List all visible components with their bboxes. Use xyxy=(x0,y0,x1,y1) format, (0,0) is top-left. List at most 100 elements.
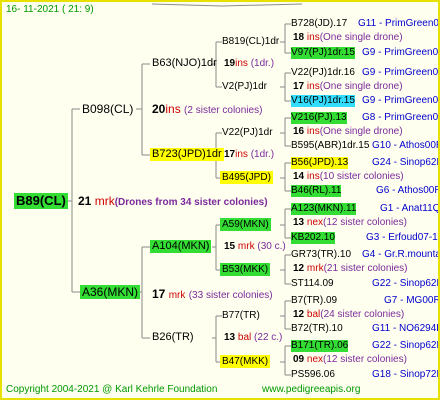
gen4-name-21: B72(TR).10 xyxy=(291,323,343,334)
gen4-info-3: G9 - PrimGreen00 xyxy=(362,47,440,58)
gen2-num-4: 13 xyxy=(224,332,236,343)
pedigree-frame: 16- 11-2021 ( 21: 9) B89(CL) 21 mrk(Dron… xyxy=(0,0,440,400)
gen3-queen-4: B495(JPD) xyxy=(220,171,273,184)
gen4-ins-11: ins xyxy=(306,171,320,182)
gen4-note-8: (One single drone) xyxy=(319,126,403,137)
gen4-name-10: B56(JPD).13 xyxy=(291,157,349,169)
root-ins: mrk xyxy=(94,194,115,208)
gen4-num-2: 18 xyxy=(293,32,305,43)
gen4-info-21: G11 - NO6294R xyxy=(372,323,440,334)
gen4-info-4: G9 - PrimGreen00 xyxy=(362,67,440,78)
gen4-ins-20: bal xyxy=(306,309,321,320)
gen4-note-23: (12 sister colonies) xyxy=(323,354,407,365)
gen4-info-15: G3 - Erfoud07-1Q xyxy=(366,232,440,243)
copyright-text: Copyright 2004-2021 @ Karl Kehrle Founda… xyxy=(6,384,218,395)
gen4-info-10: G24 - Sinop62R xyxy=(372,157,440,168)
gen4-num-20: 12 xyxy=(293,309,305,320)
gen4-name-4: V22(PJ)1dr.16 xyxy=(291,67,355,78)
gen4-ins-2: ins xyxy=(306,32,320,43)
gen1-note-1: (2 sister colonies) xyxy=(184,105,263,116)
gen2-info-4: 13 bal (22 c.) xyxy=(224,332,282,344)
gen2-num-2: 17 xyxy=(224,149,236,160)
gen4-num-5: 17 xyxy=(293,81,305,92)
gen4-name-1: B728(JD).17 xyxy=(291,18,348,29)
gen4-info-12: G6 - Athos00R xyxy=(376,185,440,196)
gen2-note-4: (22 c.) xyxy=(254,332,283,343)
gen4-name-13: A123(MKN).11 xyxy=(291,203,357,215)
gen2-queen-4: B26(TR) xyxy=(152,331,194,343)
gen4-ins-17: mrk xyxy=(306,263,324,274)
date-stamp: 16- 11-2021 ( 21: 9) xyxy=(6,4,94,15)
gen2-queen-1: B63(NJO)1dr xyxy=(152,57,217,69)
root-info: 21 mrk(Drones from 34 sister colonies) xyxy=(78,194,268,210)
gen3-queen-7: B77(TR) xyxy=(222,310,260,321)
gen4-info-24: G18 - Sinop72R xyxy=(372,369,440,380)
gen1-queen-1: B098(CL) xyxy=(82,102,134,116)
gen4-info-9: G10 - Athos00R xyxy=(372,140,440,151)
gen4-row-23: 09 nex(12 sister colonies) xyxy=(293,354,407,366)
gen1-info-1: 20ins (2 sister colonies) xyxy=(152,102,262,118)
gen4-ins-5: ins xyxy=(306,81,320,92)
gen4-info-13: G1 - Anat11Q xyxy=(380,203,440,214)
gen1-num-2: 17 xyxy=(152,287,166,301)
gen3-queen-3: V22(PJ)1dr xyxy=(222,127,273,138)
gen4-note-17: (21 sister colonies) xyxy=(323,263,408,274)
gen3-queen-2: V2(PJ)1dr xyxy=(222,81,268,92)
gen2-ins-1: ins xyxy=(235,58,248,69)
gen4-ins-8: ins xyxy=(306,126,320,137)
gen4-name-7: V216(PJ).13 xyxy=(291,112,347,124)
gen2-queen-2: B723(JPD)1dr xyxy=(150,148,224,161)
gen4-info-16: G4 - Gr.R.mounta xyxy=(362,249,440,260)
gen1-queen-2: A36(MKN) xyxy=(80,285,141,299)
gen4-row-11: 14 ins(10 sister colonies) xyxy=(293,171,404,183)
gen4-row-5: 17 ins(One single drone) xyxy=(293,81,403,93)
gen4-num-17: 12 xyxy=(293,263,305,274)
gen2-note-1: (1dr.) xyxy=(250,58,275,69)
gen2-ins-4: bal xyxy=(237,332,252,343)
gen1-ins-2: mrk xyxy=(168,290,186,301)
gen4-name-16: GR73(TR).10 xyxy=(291,249,352,260)
gen4-name-22: B171(TR).06 xyxy=(291,340,349,352)
gen4-name-6: V16(PJ)1dr.15 xyxy=(291,95,355,107)
gen1-info-2: 17 mrk (33 sister colonies) xyxy=(152,287,273,303)
gen2-note-2: (1dr.) xyxy=(250,149,275,160)
gen2-info-1: 19ins (1dr.) xyxy=(224,58,274,70)
root-note: (Drones from 34 sister colonies) xyxy=(114,197,268,208)
gen2-ins-2: ins xyxy=(235,149,248,160)
gen4-num-14: 13 xyxy=(293,217,305,228)
gen4-row-2: 18 ins(One single drone) xyxy=(293,32,403,44)
gen3-queen-5: A59(MKN) xyxy=(220,218,271,231)
gen4-info-7: G8 - PrimGreen00 xyxy=(362,112,440,123)
gen4-info-6: G9 - PrimGreen00 xyxy=(362,95,440,106)
gen4-ins-23: nex xyxy=(306,354,324,365)
gen4-note-11: (10 sister colonies) xyxy=(319,171,404,182)
gen4-note-2: (One single drone) xyxy=(319,32,403,43)
root-queen: B89(CL) xyxy=(14,193,68,209)
gen4-row-17: 12 mrk(21 sister colonies) xyxy=(293,263,408,275)
gen1-num-1: 20 xyxy=(152,102,166,116)
gen3-queen-8: B47(MKK) xyxy=(220,355,271,368)
gen4-name-18: ST114.09 xyxy=(291,278,334,289)
gen4-row-14: 13 nex(12 sister colonies) xyxy=(293,217,407,229)
gen4-note-14: (12 sister colonies) xyxy=(323,217,407,228)
gen4-info-1: G11 - PrimGreen00 xyxy=(358,18,440,29)
gen4-row-20: 12 bal(24 sister colonies) xyxy=(293,309,404,321)
gen1-ins-1: ins xyxy=(165,102,181,116)
gen4-num-11: 14 xyxy=(293,171,305,182)
gen4-info-22: G22 - Sinop62R xyxy=(372,340,440,351)
gen2-queen-3: A104(MKN) xyxy=(150,240,212,253)
gen4-note-5: (One single drone) xyxy=(319,81,403,92)
gen4-name-9: B595(ABR)1dr.15 xyxy=(291,140,370,151)
gen4-name-15: KB202.10 xyxy=(291,232,335,244)
gen3-queen-6: B53(MKK) xyxy=(220,263,271,276)
gen4-name-24: PS596.06 xyxy=(291,369,335,380)
gen4-note-20: (24 sister colonies) xyxy=(320,309,405,320)
gen4-row-8: 16 ins(One single drone) xyxy=(293,126,403,138)
site-link[interactable]: www.pedigreeapis.org xyxy=(262,384,360,396)
gen4-num-8: 16 xyxy=(293,126,305,137)
gen4-name-19: B7(TR).09 xyxy=(291,295,338,306)
gen1-note-2: (33 sister colonies) xyxy=(188,290,273,301)
gen3-queen-1: B819(CL)1dr xyxy=(222,36,280,47)
gen4-info-18: G22 - Sinop62R xyxy=(372,278,440,289)
gen2-info-2: 17ins (1dr.) xyxy=(224,149,274,161)
